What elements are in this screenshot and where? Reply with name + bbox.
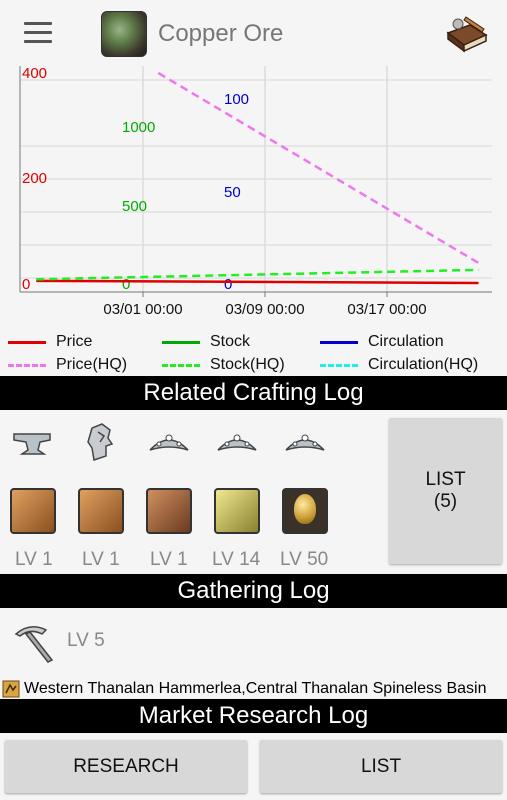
crafting-log-panel: LV 1 LV 1 LV 1 LV 14 LV 50 LIST (5) xyxy=(0,410,507,572)
legend-stock: Stock xyxy=(162,331,250,353)
legend-label-circulation-hq: Circulation(HQ) xyxy=(368,356,479,373)
tiara-icon[interactable] xyxy=(214,420,260,466)
series-line-price xyxy=(36,279,479,285)
item-level: LV 1 xyxy=(15,549,53,570)
price-axis-label: 0 xyxy=(22,276,30,293)
legend-stock-hq: Stock(HQ) xyxy=(162,354,285,376)
x-tick-label: 03/01 00:00 xyxy=(103,301,182,318)
legend-label-stock-hq: Stock(HQ) xyxy=(210,356,285,373)
item-level: LV 1 xyxy=(150,549,188,570)
x-tick-label: 03/17 00:00 xyxy=(347,301,426,318)
legend-circulation: Circulation xyxy=(320,331,444,353)
item-level: LV 1 xyxy=(82,549,120,570)
book-quill-icon[interactable] xyxy=(444,15,490,53)
legend-price: Price xyxy=(8,331,92,353)
page-title: Copper Ore xyxy=(158,20,284,47)
golden-egg-icon[interactable] xyxy=(282,488,328,534)
pickaxe-icon[interactable] xyxy=(12,620,56,664)
anvil-icon[interactable] xyxy=(10,420,56,466)
tiara-icon[interactable] xyxy=(282,420,328,466)
copper-ore-icon xyxy=(101,11,147,57)
stock-axis-label: 500 xyxy=(122,198,147,215)
price-axis-label: 200 xyxy=(22,170,47,187)
legend-circulation-hq: Circulation(HQ) xyxy=(320,354,478,376)
legend-price-hq: Price(HQ) xyxy=(8,354,127,376)
list-button-label: LIST xyxy=(425,469,466,490)
list-button-count: (5) xyxy=(433,491,458,512)
item-level: LV 14 xyxy=(212,549,261,570)
tiara-icon[interactable] xyxy=(146,420,192,466)
gathering-locations[interactable]: Western Thanalan Hammerlea,Central Thana… xyxy=(0,678,507,700)
chart-plot: 03/01 00:00 03/09 00:00 03/17 00:00 0 200 400… xyxy=(19,65,492,318)
legend-label-stock: Stock xyxy=(210,333,251,350)
brass-ingot-icon[interactable] xyxy=(214,488,260,534)
copper-ingot-icon[interactable] xyxy=(10,488,56,534)
legend-label-circulation: Circulation xyxy=(368,333,444,350)
section-header-crafting: Related Crafting Log xyxy=(0,376,507,410)
market-buttons: RESEARCH LIST xyxy=(0,733,507,800)
copper-nugget-icon[interactable] xyxy=(146,488,192,534)
circulation-axis-label: 50 xyxy=(224,184,241,201)
map-icon xyxy=(2,680,20,698)
chart-legend: Price Stock Circulation Price(HQ) Stock(… xyxy=(0,330,507,376)
x-tick-label: 03/09 00:00 xyxy=(225,301,304,318)
section-header-gathering: Gathering Log xyxy=(0,574,507,608)
gathering-level: LV 5 xyxy=(67,630,105,651)
crafting-list-button[interactable]: LIST (5) xyxy=(389,418,502,564)
location-text: Western Thanalan Hammerlea,Central Thana… xyxy=(24,680,487,697)
gathering-log-panel: LV 5 Western Thanalan Hammerlea,Central … xyxy=(0,608,507,698)
copper-ingot-icon[interactable] xyxy=(78,488,124,534)
stock-axis-label: 1000 xyxy=(122,119,155,136)
egg-shape xyxy=(294,494,316,524)
price-axis-label: 400 xyxy=(22,66,47,82)
goldsmith-head-icon[interactable] xyxy=(78,420,124,466)
circulation-axis-label: 0 xyxy=(224,276,232,293)
list-button[interactable]: LIST xyxy=(260,740,502,793)
legend-label-price: Price xyxy=(56,333,93,350)
app-bar: Copper Ore xyxy=(0,0,507,66)
series-line-price-hq xyxy=(157,71,480,264)
section-header-market: Market Research Log xyxy=(0,699,507,733)
hamburger-menu-icon[interactable] xyxy=(24,22,52,44)
legend-label-price-hq: Price(HQ) xyxy=(56,356,128,373)
circulation-axis-label: 100 xyxy=(224,91,249,108)
research-button[interactable]: RESEARCH xyxy=(5,740,247,793)
item-level: LV 50 xyxy=(280,549,329,570)
